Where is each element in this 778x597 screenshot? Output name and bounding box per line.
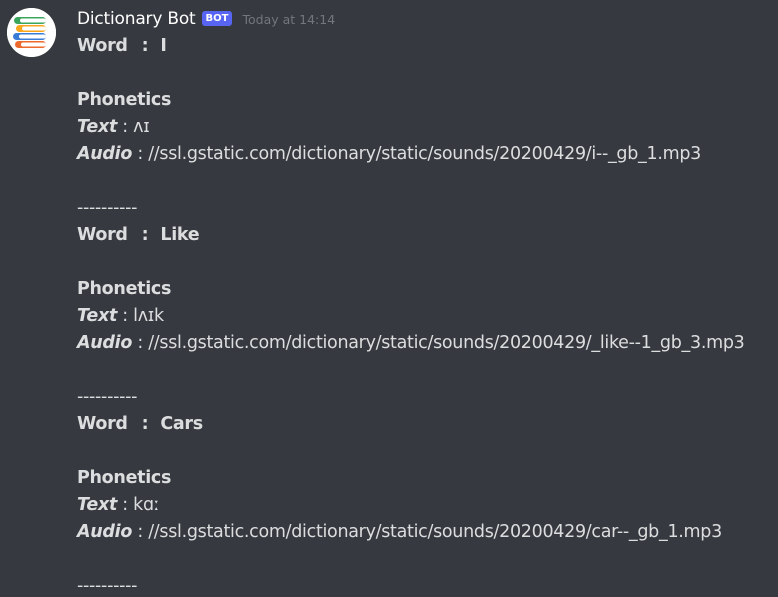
phonetics-heading: Phonetics bbox=[77, 276, 777, 303]
word-line: Word: I bbox=[77, 33, 777, 60]
text-label: Text bbox=[77, 117, 118, 137]
bot-avatar[interactable] bbox=[7, 8, 56, 57]
phonetics-heading: Phonetics bbox=[77, 465, 777, 492]
audio-line: Audio : //ssl.gstatic.com/dictionary/sta… bbox=[77, 141, 777, 168]
word-line: Word: Cars bbox=[77, 411, 777, 438]
audio-line: Audio : //ssl.gstatic.com/dictionary/sta… bbox=[77, 519, 777, 546]
phonetic-text-value: kɑː bbox=[133, 495, 160, 515]
word-value: Cars bbox=[160, 414, 203, 434]
message-header: Dictionary Bot BOT Today at 14:14 bbox=[77, 8, 335, 30]
text-label: Text bbox=[77, 306, 118, 326]
bot-badge: BOT bbox=[201, 10, 233, 26]
message-content: Word: I Phonetics Text : ʌɪ Audio : //ssl… bbox=[77, 33, 777, 597]
author-name[interactable]: Dictionary Bot bbox=[77, 9, 196, 29]
message-timestamp[interactable]: Today at 14:14 bbox=[242, 12, 335, 27]
stacked-books-icon bbox=[7, 8, 56, 57]
phonetics-label: Phonetics bbox=[77, 90, 172, 110]
phonetics-label: Phonetics bbox=[77, 279, 172, 299]
phonetics-label: Phonetics bbox=[77, 468, 172, 488]
word-label: Word bbox=[77, 225, 128, 245]
phonetic-text-value: lʌɪk bbox=[133, 306, 164, 326]
audio-label: Audio bbox=[77, 144, 133, 164]
audio-value: //ssl.gstatic.com/dictionary/static/soun… bbox=[148, 333, 745, 353]
separator-line: ---------- bbox=[77, 576, 138, 596]
separator-line: ---------- bbox=[77, 387, 138, 407]
audio-value: //ssl.gstatic.com/dictionary/static/soun… bbox=[148, 144, 701, 164]
audio-label: Audio bbox=[77, 522, 133, 542]
audio-label: Audio bbox=[77, 333, 133, 353]
audio-line: Audio : //ssl.gstatic.com/dictionary/sta… bbox=[77, 330, 777, 357]
phonetic-text-line: Text : kɑː bbox=[77, 492, 777, 519]
phonetic-text-line: Text : lʌɪk bbox=[77, 303, 777, 330]
phonetic-text-line: Text : ʌɪ bbox=[77, 114, 777, 141]
word-colon: : bbox=[141, 36, 149, 56]
word-label: Word bbox=[77, 414, 128, 434]
text-label: Text bbox=[77, 495, 118, 515]
phonetic-text-value: ʌɪ bbox=[133, 117, 150, 137]
word-colon: : bbox=[141, 225, 149, 245]
word-value: Like bbox=[160, 225, 200, 245]
word-label: Word bbox=[77, 36, 128, 56]
audio-value: //ssl.gstatic.com/dictionary/static/soun… bbox=[148, 522, 722, 542]
word-line: Word: Like bbox=[77, 222, 777, 249]
word-value: I bbox=[160, 36, 167, 56]
separator-line: ---------- bbox=[77, 198, 138, 218]
word-colon: : bbox=[141, 414, 149, 434]
phonetics-heading: Phonetics bbox=[77, 87, 777, 114]
